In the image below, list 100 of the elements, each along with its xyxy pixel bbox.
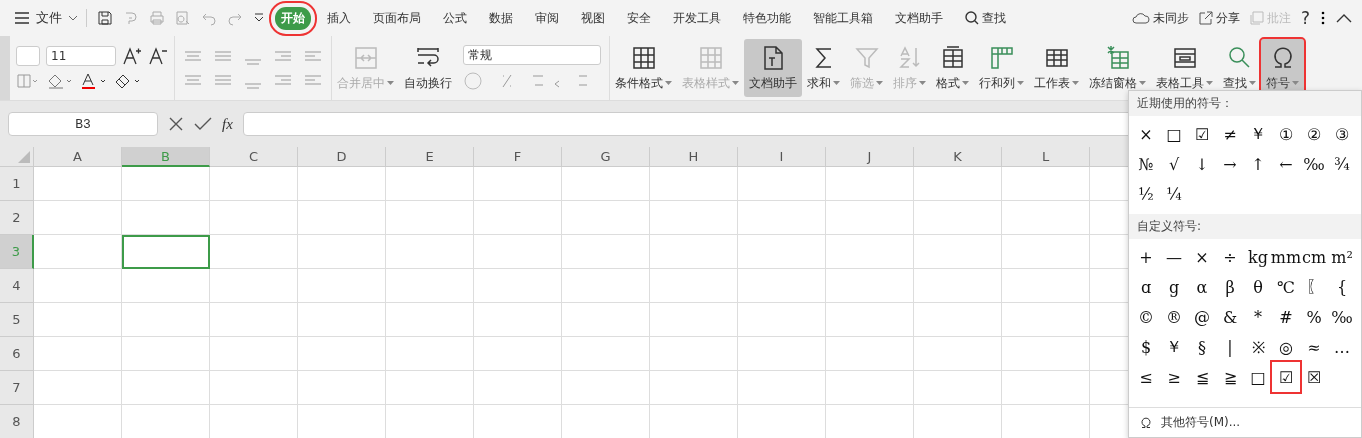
- name-box[interactable]: B3: [8, 112, 158, 136]
- symbol-item[interactable]: &: [1216, 302, 1244, 332]
- symbol-item[interactable]: □: [1244, 362, 1272, 392]
- symbol-item[interactable]: |: [1216, 332, 1244, 362]
- symbol-item[interactable]: ☑: [1272, 362, 1300, 392]
- file-menu[interactable]: 文件: [14, 9, 87, 27]
- column-header[interactable]: I: [738, 147, 826, 167]
- column-header[interactable]: J: [826, 147, 914, 167]
- menu-tab[interactable]: 文档助手: [889, 6, 949, 30]
- symbol-item[interactable]: ↑: [1244, 149, 1272, 179]
- preview-icon[interactable]: [175, 10, 191, 26]
- symbol-item[interactable]: {: [1328, 272, 1356, 302]
- save-icon[interactable]: [97, 10, 113, 26]
- symbol-item[interactable]: ‰: [1300, 149, 1328, 179]
- symbol-item[interactable]: *: [1244, 302, 1272, 332]
- symbol-item[interactable]: —: [1160, 242, 1188, 272]
- symbol-item[interactable]: ≦: [1188, 362, 1216, 392]
- row-header[interactable]: 4: [0, 269, 34, 303]
- column-header[interactable]: D: [298, 147, 386, 167]
- dropdown-icon[interactable]: [253, 12, 265, 24]
- row-header[interactable]: 5: [0, 303, 34, 337]
- column-header[interactable]: E: [386, 147, 474, 167]
- menu-tab[interactable]: 特色功能: [737, 6, 797, 30]
- search-button[interactable]: 查找: [959, 6, 1012, 30]
- symbol-item[interactable]: ×: [1132, 119, 1160, 149]
- symbol-item[interactable]: ①: [1272, 119, 1300, 149]
- symbol-item[interactable]: ☑: [1188, 119, 1216, 149]
- cancel-icon[interactable]: [168, 116, 184, 132]
- symbol-item[interactable]: ½: [1132, 179, 1160, 209]
- symbol-item[interactable]: §: [1188, 332, 1216, 362]
- symbol-item[interactable]: g: [1160, 272, 1188, 302]
- more-symbols-item[interactable]: 其他符号(M)...: [1129, 407, 1361, 437]
- symbol-item[interactable]: θ: [1244, 272, 1272, 302]
- symbol-item[interactable]: β: [1216, 272, 1244, 302]
- menu-tab[interactable]: 页面布局: [367, 6, 427, 30]
- menu-tab[interactable]: 审阅: [529, 6, 565, 30]
- symbol-item[interactable]: #: [1272, 302, 1300, 332]
- column-header[interactable]: F: [474, 147, 562, 167]
- symbol-item[interactable]: ≈: [1300, 332, 1328, 362]
- function-button[interactable]: fx: [222, 115, 233, 133]
- symbol-item[interactable]: ¾: [1328, 149, 1356, 179]
- font-color-icon[interactable]: [80, 72, 108, 90]
- symbol-item[interactable]: mm: [1272, 242, 1300, 272]
- table-cell[interactable]: [122, 235, 210, 269]
- print-icon[interactable]: [149, 10, 165, 26]
- help-button[interactable]: ?: [1300, 8, 1310, 28]
- symbol-item[interactable]: cm: [1300, 242, 1328, 272]
- border-icon[interactable]: [16, 73, 40, 89]
- menu-tab[interactable]: 视图: [575, 6, 611, 30]
- ribbon-button[interactable]: 求和: [802, 39, 845, 97]
- more-icon[interactable]: [1320, 10, 1326, 26]
- symbol-item[interactable]: №: [1132, 149, 1160, 179]
- eraser-icon[interactable]: [114, 72, 142, 90]
- decrease-font-icon[interactable]: [148, 46, 168, 66]
- symbol-item[interactable]: kg: [1244, 242, 1272, 272]
- share-button[interactable]: 分享: [1198, 9, 1240, 27]
- column-header[interactable]: C: [210, 147, 298, 167]
- menu-tab[interactable]: 插入: [321, 6, 357, 30]
- ribbon-button[interactable]: 自动换行: [399, 39, 457, 97]
- symbol-item[interactable]: ×: [1188, 242, 1216, 272]
- symbol-item[interactable]: ‰: [1328, 302, 1356, 332]
- scroll-left-button[interactable]: [0, 36, 10, 100]
- symbol-item[interactable]: ￥: [1244, 119, 1272, 149]
- increase-font-icon[interactable]: [122, 46, 142, 66]
- ribbon-button[interactable]: 文档助手: [744, 39, 802, 97]
- menu-tab[interactable]: 智能工具箱: [807, 6, 879, 30]
- symbol-item[interactable]: ￥: [1160, 332, 1188, 362]
- menu-tab[interactable]: 数据: [483, 6, 519, 30]
- menu-tab[interactable]: 公式: [437, 6, 473, 30]
- row-header[interactable]: 8: [0, 405, 34, 438]
- symbol-item[interactable]: @: [1188, 302, 1216, 332]
- symbol-item[interactable]: ®: [1160, 302, 1188, 332]
- symbol-item[interactable]: m²: [1328, 242, 1356, 272]
- check-icon[interactable]: [194, 116, 212, 132]
- font-size-field[interactable]: 11: [46, 46, 116, 66]
- symbol-item[interactable]: ≥: [1160, 362, 1188, 392]
- symbol-item[interactable]: □: [1160, 119, 1188, 149]
- symbol-item[interactable]: ※: [1244, 332, 1272, 362]
- symbol-item[interactable]: ↓: [1188, 149, 1216, 179]
- collapse-icon[interactable]: [1336, 13, 1352, 23]
- symbol-item[interactable]: ɑ: [1132, 272, 1160, 302]
- column-header[interactable]: G: [562, 147, 650, 167]
- sync-button[interactable]: 未同步: [1131, 9, 1189, 27]
- fill-color-icon[interactable]: [46, 72, 74, 90]
- symbol-item[interactable]: $: [1132, 332, 1160, 362]
- row-header[interactable]: 6: [0, 337, 34, 371]
- column-header[interactable]: K: [914, 147, 1002, 167]
- symbol-item[interactable]: →: [1216, 149, 1244, 179]
- symbol-item[interactable]: √: [1160, 149, 1188, 179]
- menu-tab[interactable]: 安全: [621, 6, 657, 30]
- symbol-item[interactable]: ③: [1328, 119, 1356, 149]
- symbol-item[interactable]: ≤: [1132, 362, 1160, 392]
- symbol-item[interactable]: ≠: [1216, 119, 1244, 149]
- row-header[interactable]: 7: [0, 371, 34, 405]
- symbol-item[interactable]: ←: [1272, 149, 1300, 179]
- symbol-item[interactable]: ¼: [1160, 179, 1188, 209]
- number-format-field[interactable]: 常规: [463, 45, 601, 65]
- symbol-item[interactable]: ≧: [1216, 362, 1244, 392]
- symbol-item[interactable]: ÷: [1216, 242, 1244, 272]
- ribbon-button[interactable]: 格式: [931, 39, 974, 97]
